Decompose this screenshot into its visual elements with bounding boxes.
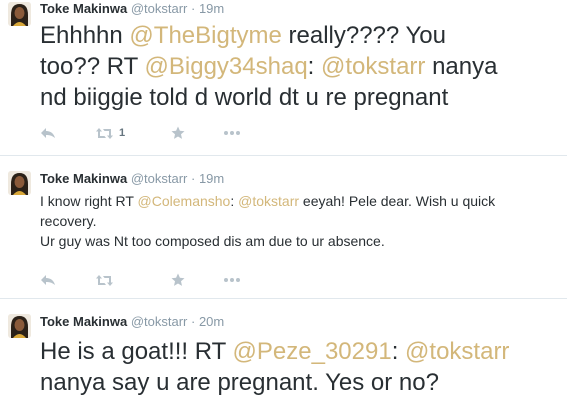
more-button[interactable]: [224, 123, 240, 143]
tweet[interactable]: Toke Makinwa @tokstarr · 19m I know righ…: [0, 156, 567, 296]
text-run: eeyah! Pele dear. Wish u quick: [299, 193, 496, 209]
separator: ·: [190, 1, 196, 16]
mention-link[interactable]: @tokstarr: [238, 193, 299, 209]
fullname[interactable]: Toke Makinwa: [40, 314, 127, 329]
favorite-icon: [171, 273, 185, 286]
text-run: I know right RT: [40, 193, 138, 209]
tweet-text: I know right RT @Colemansho: @tokstarr e…: [40, 191, 562, 251]
retweet-icon: [96, 127, 113, 139]
favorite-icon: [171, 126, 185, 139]
mention-link[interactable]: @tokstarr: [321, 53, 425, 80]
reply-icon: [41, 275, 55, 285]
fullname[interactable]: Toke Makinwa: [40, 171, 127, 186]
tweet-text-line: too?? RT @Biggy34shaq: @tokstarr nanya: [40, 51, 562, 82]
text-run: too?? RT: [40, 53, 145, 80]
tweet-text: Ehhhhn @TheBigtyme really???? You too?? …: [40, 20, 562, 113]
text-run: nanya: [425, 53, 498, 80]
fullname[interactable]: Toke Makinwa: [40, 1, 127, 16]
text-run: :: [307, 53, 322, 80]
avatar[interactable]: [8, 314, 31, 338]
text-run: recovery.: [40, 213, 97, 229]
timestamp[interactable]: 19m: [199, 1, 224, 16]
more-icon: [224, 278, 240, 282]
tweet-header: Toke Makinwa @tokstarr · 19m: [40, 171, 224, 187]
username[interactable]: @tokstarr: [131, 171, 188, 186]
more-button[interactable]: [224, 270, 240, 290]
avatar[interactable]: [8, 2, 31, 26]
retweet-icon: [96, 274, 113, 286]
tweet-text-line: Ehhhhn @TheBigtyme really???? You: [40, 20, 562, 51]
reply-button[interactable]: [40, 270, 56, 290]
tweet-text-line: I know right RT @Colemansho: @tokstarr e…: [40, 191, 562, 211]
tweet[interactable]: Toke Makinwa @tokstarr · 20m He is a goa…: [0, 299, 567, 403]
favorite-button[interactable]: [171, 270, 185, 290]
separator: ·: [190, 171, 196, 186]
tweet-text-line: Ur guy was Nt too composed dis am due to…: [40, 231, 562, 251]
mention-link[interactable]: @Colemansho: [138, 193, 231, 209]
text-run: Ehhhhn: [40, 22, 130, 49]
tweet[interactable]: Toke Makinwa @tokstarr · 19m Ehhhhn @The…: [0, 0, 567, 147]
text-run: :: [230, 193, 239, 209]
tweet-text: He is a goat!!! RT @Peze_30291: @tokstar…: [40, 336, 562, 398]
avatar[interactable]: [8, 171, 31, 195]
retweet-count: 1: [119, 127, 126, 139]
favorite-button[interactable]: [171, 123, 185, 143]
mention-link[interactable]: @Peze_30291: [233, 338, 392, 365]
retweet-button[interactable]: 1: [95, 123, 125, 143]
more-icon: [224, 131, 240, 135]
mention-link[interactable]: @Biggy34shaq: [145, 53, 308, 80]
tweet-header: Toke Makinwa @tokstarr · 20m: [40, 314, 224, 330]
timestamp[interactable]: 20m: [199, 314, 224, 329]
tweet-text-line: He is a goat!!! RT @Peze_30291: @tokstar…: [40, 336, 562, 367]
text-run: really???? You: [281, 22, 447, 49]
text-run: :: [391, 338, 406, 365]
reply-icon: [41, 128, 55, 138]
text-run: Ur guy was Nt too composed dis am due to…: [40, 233, 385, 249]
reply-button[interactable]: [40, 123, 56, 143]
timestamp[interactable]: 19m: [199, 171, 224, 186]
mention-link[interactable]: @tokstarr: [405, 338, 509, 365]
text-run: nanya say u are pregnant. Yes or no?: [40, 369, 439, 396]
tweet-text-line: nd biiggie told d world dt u re pregnant: [40, 82, 562, 113]
tweet-header: Toke Makinwa @tokstarr · 19m: [40, 1, 224, 17]
separator: ·: [190, 314, 196, 329]
text-run: nd biiggie told d world dt u re pregnant: [40, 84, 449, 111]
text-run: He is a goat!!! RT: [40, 338, 233, 365]
username[interactable]: @tokstarr: [131, 314, 188, 329]
tweet-text-line: nanya say u are pregnant. Yes or no?: [40, 367, 562, 398]
retweet-button[interactable]: [95, 270, 114, 290]
username[interactable]: @tokstarr: [131, 1, 188, 16]
mention-link[interactable]: @TheBigtyme: [129, 22, 281, 49]
tweet-text-line: recovery.: [40, 211, 562, 231]
